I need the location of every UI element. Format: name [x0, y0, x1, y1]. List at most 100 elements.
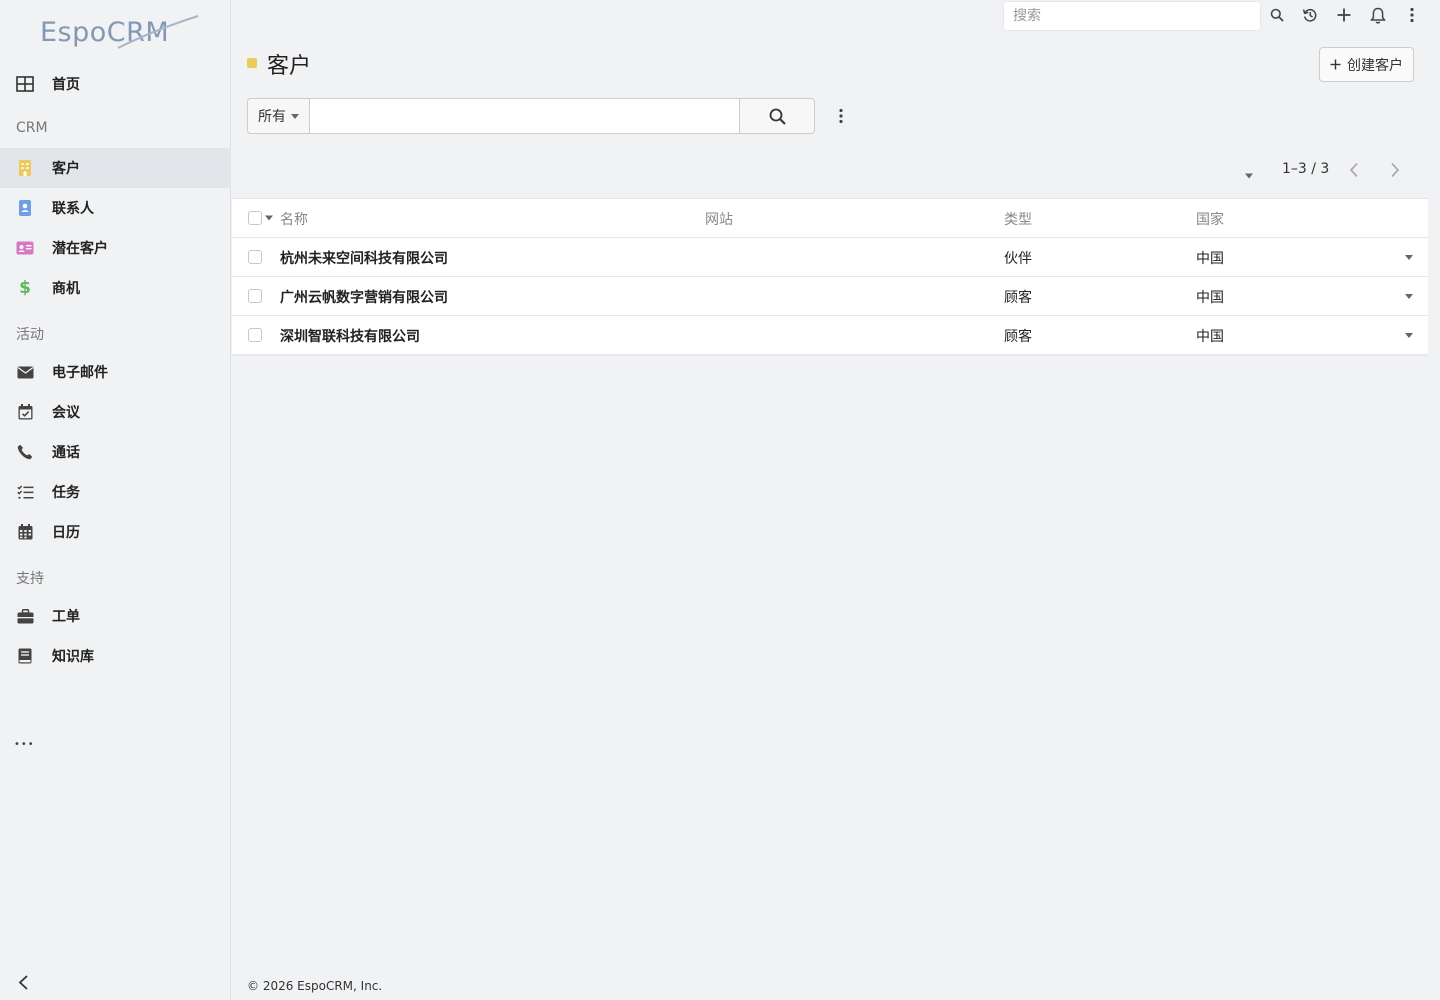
filter-scope-dropdown[interactable]: 所有 — [248, 99, 310, 133]
bell-icon[interactable] — [1369, 6, 1387, 24]
row-checkbox[interactable] — [248, 328, 262, 342]
sidebar-item-accounts[interactable]: 客户 — [0, 148, 231, 188]
sidebar-item-tasks[interactable]: 任务 — [0, 472, 231, 512]
sidebar-item-label: 电子邮件 — [52, 365, 108, 381]
sidebar-item-label: 商机 — [52, 281, 80, 297]
row-checkbox[interactable] — [248, 289, 262, 303]
more-vertical-icon[interactable] — [1403, 6, 1421, 24]
nav-group-crm: CRM — [16, 120, 48, 136]
espocrm-logo[interactable]: EspoCRM — [40, 14, 200, 54]
more-tabs-button[interactable]: ••• — [14, 732, 34, 752]
more-vertical-icon — [839, 108, 843, 124]
row-actions-caret-icon[interactable] — [1404, 332, 1414, 339]
sidebar-item-emails[interactable]: 电子邮件 — [0, 352, 231, 392]
book-icon — [16, 647, 34, 665]
sidebar-item-label: 潜在客户 — [52, 241, 108, 257]
account-name-link[interactable]: 深圳智联科技有限公司 — [280, 316, 420, 355]
row-actions-caret-icon[interactable] — [1404, 293, 1414, 300]
country-cell: 中国 — [1196, 289, 1224, 306]
grid-icon — [16, 75, 34, 93]
sidebar-item-label: 日历 — [52, 525, 80, 541]
footer-copyright: © 2026 EspoCRM, Inc. — [247, 979, 383, 993]
row-actions-caret-icon[interactable] — [1404, 254, 1414, 261]
country-cell: 中国 — [1196, 250, 1224, 267]
nav-group-activities: 活动 — [16, 327, 44, 343]
pagination-info: 1–3 / 3 — [1282, 161, 1330, 177]
sidebar-item-label: 工单 — [52, 609, 80, 625]
app: EspoCRM 首页 CRM 客户 联系人 潜在客户 $ 商机 活动 电子邮件 … — [0, 0, 1440, 1000]
collapse-sidebar-button[interactable] — [14, 972, 34, 992]
sidebar-item-meetings[interactable]: 会议 — [0, 392, 231, 432]
caret-down-icon[interactable] — [265, 215, 273, 221]
filter-scope-label: 所有 — [258, 109, 286, 125]
column-header-country[interactable]: 国家 — [1196, 199, 1224, 238]
select-all-checkbox[interactable] — [248, 211, 262, 225]
id-card-icon — [16, 239, 34, 257]
column-header-name[interactable]: 名称 — [280, 199, 308, 238]
table-row: 广州云帆数字营销有限公司 顾客 中国 — [232, 277, 1428, 316]
caret-down-icon — [1245, 173, 1253, 179]
table-row: 杭州未来空间科技有限公司 伙伴 中国 — [232, 238, 1428, 277]
sidebar-item-contacts[interactable]: 联系人 — [0, 188, 231, 228]
sidebar-item-calendar[interactable]: 日历 — [0, 512, 231, 552]
dollar-icon: $ — [19, 278, 31, 298]
global-search-input[interactable] — [1003, 1, 1261, 31]
sidebar-item-label: 联系人 — [52, 201, 94, 217]
plus-icon — [1330, 59, 1341, 70]
create-account-button[interactable]: 创建客户 — [1319, 47, 1414, 82]
sort-options-dropdown[interactable] — [1244, 164, 1258, 179]
sidebar-item-calls[interactable]: 通话 — [0, 432, 231, 472]
sidebar-item-home[interactable]: 首页 — [0, 64, 231, 104]
page-title: 客户 — [267, 54, 312, 79]
quick-create-plus-icon[interactable] — [1335, 6, 1353, 24]
building-icon — [16, 159, 34, 177]
previous-page-button[interactable] — [1344, 160, 1364, 180]
sidebar-item-label: 客户 — [52, 161, 80, 177]
task-list-icon — [16, 483, 34, 501]
calendar-check-icon — [16, 403, 34, 421]
sidebar-item-label: 任务 — [52, 485, 80, 501]
chevron-right-icon — [1391, 162, 1400, 178]
create-button-label: 创建客户 — [1347, 57, 1403, 74]
logo-swoosh-icon — [117, 15, 199, 49]
table-header-row: 名称 网站 类型 国家 — [232, 199, 1428, 238]
sidebar-item-opportunities[interactable]: $ 商机 — [0, 268, 231, 308]
sidebar-item-label: 知识库 — [52, 649, 94, 665]
account-name-link[interactable]: 杭州未来空间科技有限公司 — [280, 238, 448, 277]
country-cell: 中国 — [1196, 328, 1224, 345]
chevron-left-icon — [1349, 162, 1358, 178]
search-icon[interactable] — [1268, 6, 1286, 24]
accounts-table: 名称 网站 类型 国家 杭州未来空间科技有限公司 伙伴 中国 广州云帆数字营销有… — [232, 198, 1428, 355]
envelope-icon — [16, 363, 34, 381]
type-cell: 伙伴 — [1004, 250, 1032, 267]
briefcase-icon — [16, 607, 34, 625]
phone-icon — [16, 443, 34, 461]
account-name-link[interactable]: 广州云帆数字营销有限公司 — [280, 277, 448, 316]
column-header-type[interactable]: 类型 — [1004, 199, 1032, 238]
search-icon — [769, 108, 786, 125]
row-checkbox[interactable] — [248, 250, 262, 264]
sidebar: EspoCRM 首页 CRM 客户 联系人 潜在客户 $ 商机 活动 电子邮件 … — [0, 0, 231, 1000]
filter-search-button[interactable] — [739, 99, 814, 133]
more-dots-icon: ••• — [14, 739, 35, 750]
next-page-button[interactable] — [1385, 160, 1405, 180]
entity-color-mark — [247, 58, 257, 68]
calendar-icon — [16, 523, 34, 541]
caret-down-icon — [291, 113, 299, 119]
filter-options-button[interactable] — [832, 106, 850, 126]
filter-search-input[interactable] — [310, 99, 739, 133]
history-icon[interactable] — [1301, 6, 1319, 24]
contact-card-icon — [16, 199, 34, 217]
sidebar-item-label: 通话 — [52, 445, 80, 461]
table-row: 深圳智联科技有限公司 顾客 中国 — [232, 316, 1428, 355]
chevron-left-icon — [18, 975, 28, 990]
search-filter-bar: 所有 — [247, 98, 815, 134]
sidebar-item-cases[interactable]: 工单 — [0, 596, 231, 636]
sidebar-item-label: 首页 — [52, 77, 80, 93]
type-cell: 顾客 — [1004, 289, 1032, 306]
column-header-website[interactable]: 网站 — [705, 199, 733, 238]
sidebar-item-knowledge-base[interactable]: 知识库 — [0, 636, 231, 676]
nav-group-support: 支持 — [16, 571, 44, 587]
sidebar-item-leads[interactable]: 潜在客户 — [0, 228, 231, 268]
sidebar-item-label: 会议 — [52, 405, 80, 421]
